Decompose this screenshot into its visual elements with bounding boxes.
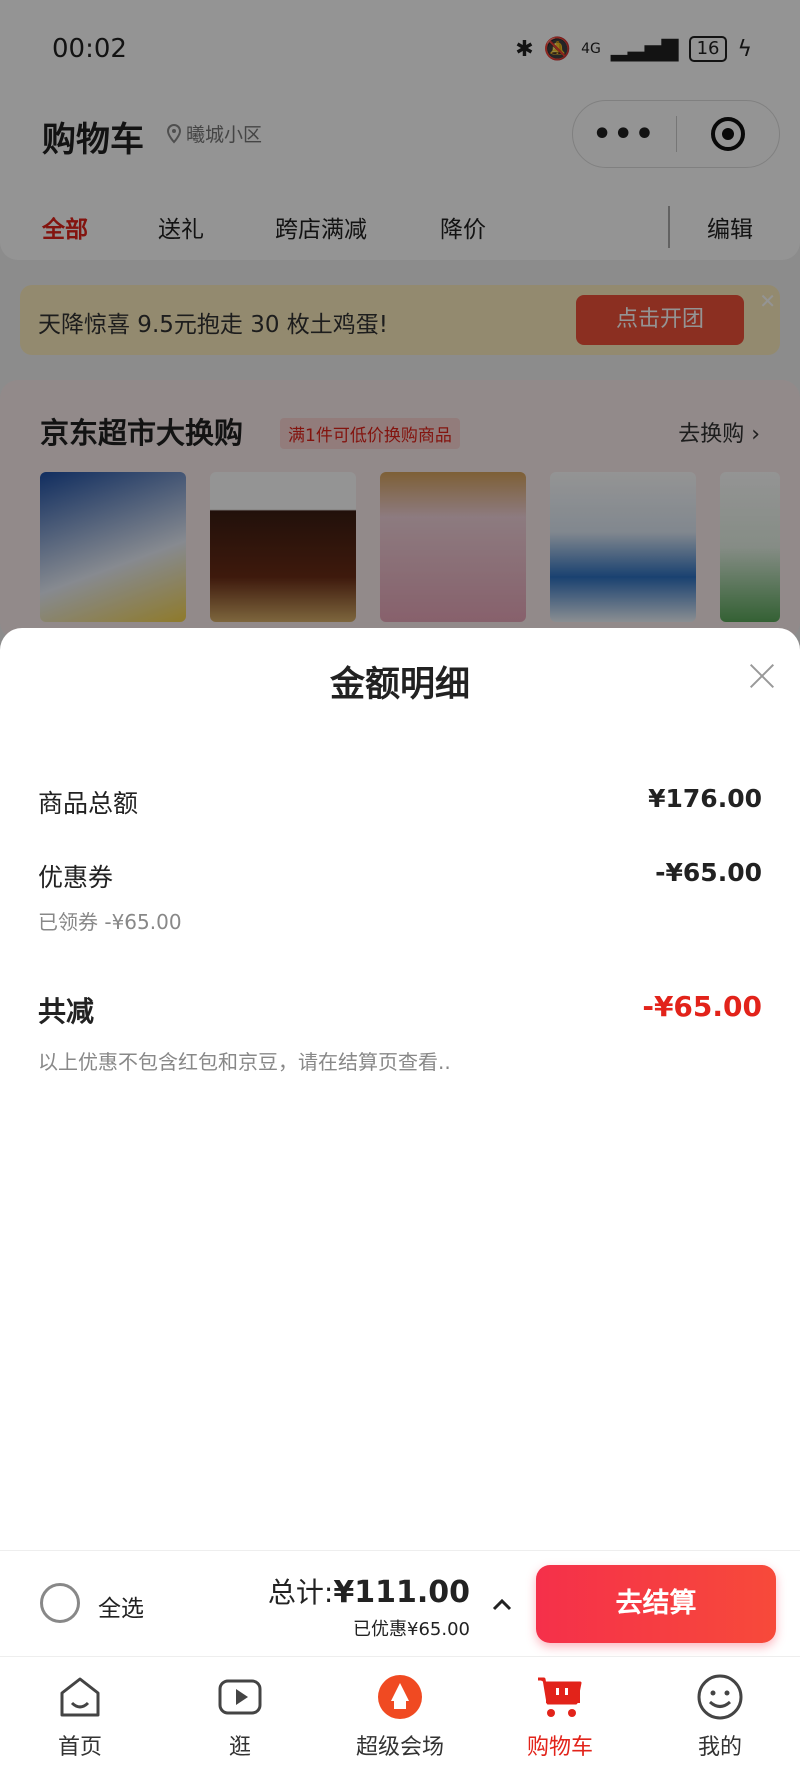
total-amount: ¥111.00 <box>333 1575 470 1610</box>
nav-label: 首页 <box>57 1735 102 1760</box>
total-reduce-label: 共减 <box>38 995 95 1028</box>
home-icon <box>60 1677 100 1717</box>
nav-item-cart[interactable]: 购物车 <box>480 1657 640 1768</box>
select-all-checkbox[interactable] <box>40 1583 80 1623</box>
nav-item-super-venue[interactable]: 超级会场 <box>320 1657 480 1768</box>
total-price: 总计: ¥111.00 <box>268 1571 470 1611</box>
nav-label: 逛 <box>228 1735 251 1760</box>
coupon-value: -¥65.00 <box>655 858 762 887</box>
chevron-up-icon[interactable] <box>490 1593 514 1617</box>
nav-item-browse[interactable]: 逛 <box>160 1657 320 1768</box>
checkout-button[interactable]: 去结算 <box>536 1565 776 1643</box>
coupon-detail: 已领券 -¥65.00 <box>38 910 182 934</box>
video-icon <box>218 1679 262 1715</box>
nav-item-profile[interactable]: 我的 <box>640 1657 800 1768</box>
super-venue-icon <box>378 1675 422 1719</box>
nav-label: 超级会场 <box>355 1735 444 1760</box>
total-reduce-value: -¥65.00 <box>642 990 762 1023</box>
checkout-bar: 全选 总计: ¥111.00 已优惠¥65.00 去结算 <box>0 1550 800 1656</box>
coupon-label: 优惠券 <box>38 863 114 892</box>
nav-item-home[interactable]: 首页 <box>0 1657 160 1768</box>
goods-total-value: ¥176.00 <box>648 784 762 813</box>
nav-label: 购物车 <box>526 1735 593 1760</box>
nav-label: 我的 <box>697 1735 742 1760</box>
sheet-title: 金额明细 <box>329 665 470 705</box>
cart-icon <box>538 1677 582 1717</box>
goods-total-label: 商品总额 <box>38 789 139 818</box>
discount-note: 以上优惠不包含红包和京豆，请在结算页查看.. <box>38 1050 451 1074</box>
bottom-nav: 首页 逛 超级会场 购物车 我的 <box>0 1656 800 1768</box>
select-all-label[interactable]: 全选 <box>98 1589 144 1623</box>
profile-icon <box>697 1674 743 1720</box>
total-prefix: 总计: <box>267 1576 334 1609</box>
saved-amount: 已优惠¥65.00 <box>353 1619 470 1640</box>
close-icon[interactable] <box>748 662 776 690</box>
